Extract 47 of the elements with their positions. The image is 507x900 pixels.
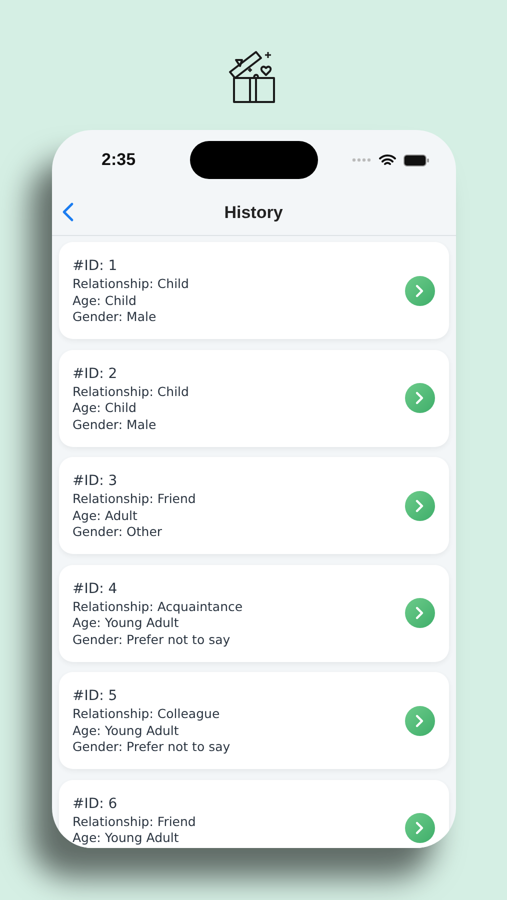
record-id: #ID: 6: [72, 794, 118, 814]
record-detail: Age: Young Adult: [72, 722, 180, 739]
open-button[interactable]: [404, 276, 434, 306]
open-button[interactable]: [404, 598, 434, 628]
open-button[interactable]: [404, 706, 434, 736]
record-id: #ID: 2: [72, 364, 118, 384]
record-detail: Relationship: Child: [72, 384, 190, 400]
record-detail: Gender: Prefer not to say: [72, 739, 232, 756]
open-button[interactable]: [404, 813, 434, 843]
record-id: #ID: 4: [72, 580, 118, 598]
record-detail: Gender: Male: [72, 416, 158, 433]
screen-title: History: [224, 202, 283, 222]
open-button[interactable]: [404, 383, 434, 413]
chevron-left-icon: [62, 202, 74, 222]
chevron-right-icon: [415, 498, 424, 512]
chevron-right-icon: [415, 821, 424, 835]
status-time: 2:35: [102, 150, 136, 170]
record-detail: Age: Child: [72, 400, 138, 416]
chevron-right-icon: [415, 714, 424, 728]
open-button[interactable]: [404, 490, 434, 520]
record-detail: Relationship: Friend: [72, 491, 197, 508]
record-id: #ID: 1: [72, 257, 118, 276]
record-detail: Relationship: Child: [72, 276, 190, 292]
record-detail: Age: Adult: [72, 508, 138, 524]
signal-icon: [352, 158, 372, 162]
record-detail: Relationship: Acquaintance: [72, 598, 244, 615]
record-detail: Relationship: Colleague: [72, 706, 221, 722]
record-detail: Age: Child: [72, 292, 138, 309]
chevron-right-icon: [415, 391, 424, 405]
record-id: #ID: 5: [72, 687, 118, 706]
record-card[interactable]: #ID: 6 Relationship: Friend Age: Young Adult: [58, 780, 448, 848]
record-card[interactable]: #ID: 5 Relationship: Colleague Age: Young Adult Gender: Prefer not to say: [58, 672, 448, 769]
record-card[interactable]: #ID: 3 Relationship: Friend Age: Adult Gender: Other: [58, 457, 448, 554]
chevron-right-icon: [415, 606, 424, 620]
record-card[interactable]: #ID: 4 Relationship: Acquaintance Age: Young Adult Gender: Prefer not to say: [58, 564, 448, 662]
battery-icon: [402, 154, 430, 166]
record-detail: Gender: Other: [72, 524, 164, 540]
record-detail: Gender: Male: [72, 309, 158, 326]
record-card[interactable]: #ID: 1 Relationship: Child Age: Child Gender: Male: [58, 242, 448, 339]
chevron-right-icon: [415, 284, 424, 298]
record-detail: Age: Young Adult: [72, 615, 180, 632]
record-detail: Age: Young Adult: [72, 830, 180, 846]
wifi-icon: [378, 154, 396, 166]
record-detail: Gender: Prefer not to say: [72, 632, 232, 648]
record-card[interactable]: #ID: 2 Relationship: Child Age: Child Gender: Male: [58, 350, 448, 446]
record-id: #ID: 3: [72, 472, 118, 491]
record-detail: Relationship: Friend: [72, 814, 197, 830]
